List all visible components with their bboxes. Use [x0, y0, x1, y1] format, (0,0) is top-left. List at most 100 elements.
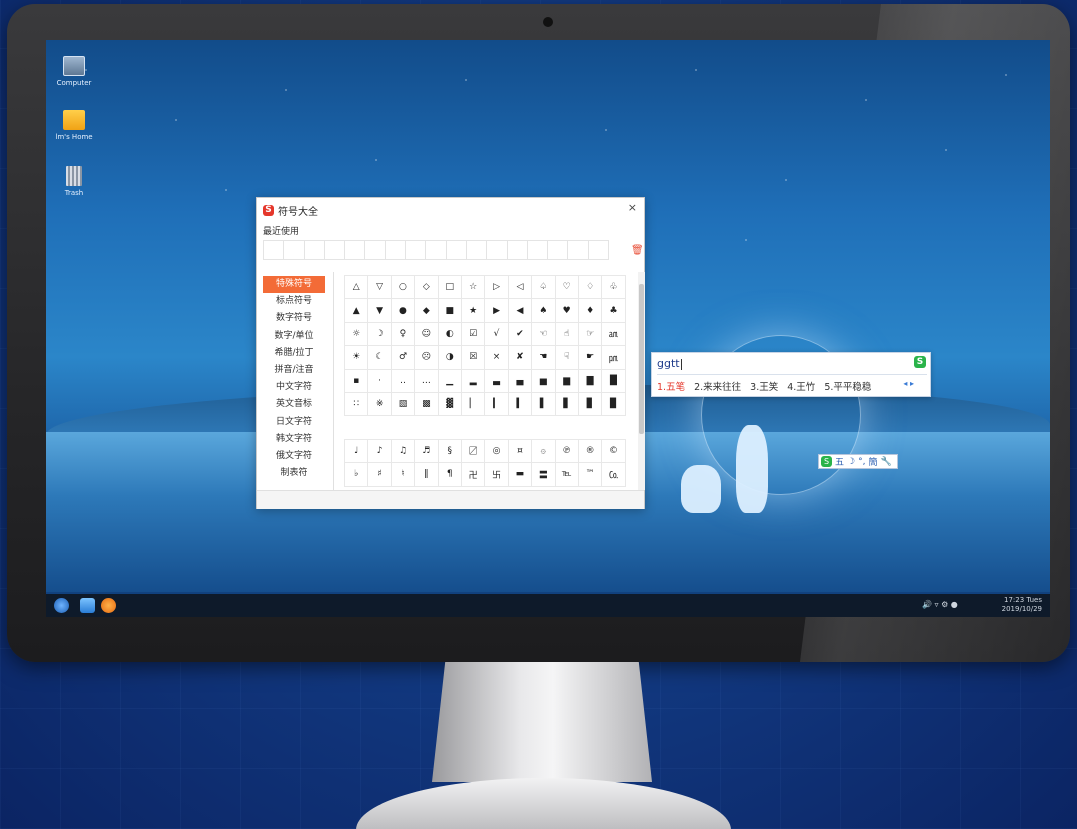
category-tab[interactable]: 数字符号 — [263, 310, 325, 327]
symbol-cell[interactable]: ◎ — [484, 438, 509, 464]
symbol-cell[interactable]: ✔ — [507, 321, 533, 347]
ime-candidate[interactable]: 3.王笑 — [750, 379, 778, 393]
symbol-cell[interactable]: ♦ — [577, 298, 603, 323]
close-button[interactable]: × — [628, 201, 637, 214]
symbol-cell[interactable]: ▩ — [414, 391, 439, 417]
symbol-cell[interactable]: ◇ — [414, 275, 439, 300]
sogou-ime-icon[interactable]: S — [914, 356, 926, 368]
symbol-cell[interactable]: ☒ — [460, 345, 486, 370]
symbol-cell[interactable]: ▄ — [507, 368, 533, 393]
symbol-cell[interactable]: ♩ — [344, 438, 369, 464]
symbol-cell[interactable]: ◐ — [437, 321, 462, 347]
desktop-icon-trash[interactable]: Trash — [48, 166, 100, 197]
ime-candidate[interactable]: 2.来来往往 — [694, 379, 741, 393]
tool-icon[interactable]: 🔧 — [880, 457, 891, 467]
symbol-cell[interactable]: ▏ — [460, 391, 486, 417]
symbol-cell[interactable]: ▃ — [484, 368, 509, 393]
category-tab[interactable]: 日文字符 — [263, 414, 325, 431]
clear-recent-icon[interactable]: 🗑 — [631, 245, 644, 256]
symbol-cell[interactable]: ※ — [367, 391, 392, 417]
scrollbar-thumb[interactable] — [639, 284, 644, 434]
symbol-cell[interactable]: ◆ — [414, 298, 439, 323]
symbol-cell[interactable]: ☟ — [554, 345, 579, 370]
scrollbar[interactable] — [638, 272, 645, 490]
symbol-cell[interactable]: ◀ — [507, 298, 533, 323]
symbol-cell[interactable]: ♯ — [367, 462, 392, 487]
category-tab[interactable]: 英文音标 — [263, 396, 325, 413]
recent-symbol-slot[interactable] — [486, 240, 508, 260]
symbol-cell[interactable]: ☛ — [577, 345, 603, 370]
symbol-cell[interactable]: □ — [437, 275, 462, 300]
ime-status-bar[interactable]: S 五 ☽ °, 簡 🔧 — [818, 454, 898, 469]
symbol-cell[interactable]: ▋ — [554, 391, 579, 417]
symbol-cell[interactable]: ℡ — [554, 462, 579, 487]
moon-icon[interactable]: ☽ — [847, 457, 855, 467]
symbol-cell[interactable]: ☑ — [460, 321, 486, 347]
symbol-cell[interactable]: ♀ — [390, 321, 416, 347]
start-menu-button[interactable] — [54, 598, 69, 613]
recent-symbol-slot[interactable] — [547, 240, 569, 260]
symbol-cell[interactable]: ♥ — [554, 298, 579, 323]
recent-symbol-slot[interactable] — [323, 240, 346, 260]
recent-symbol-slot[interactable] — [405, 240, 427, 260]
symbol-cell[interactable]: ▁ — [437, 368, 462, 393]
category-tab[interactable]: 俄文字符 — [263, 448, 325, 465]
category-tab[interactable]: 中文字符 — [263, 379, 325, 396]
symbol-cell[interactable]: △ — [344, 275, 369, 300]
recent-symbol-slot[interactable] — [263, 240, 285, 260]
symbol-cell[interactable]: ★ — [460, 298, 486, 323]
symbol-cell[interactable]: √ — [484, 321, 509, 347]
symbol-cell[interactable]: ‖ — [414, 462, 439, 487]
symbol-cell[interactable]: 卍 — [460, 462, 486, 487]
symbol-cell[interactable]: ♫ — [390, 438, 416, 464]
symbol-cell[interactable]: ☚ — [531, 345, 556, 370]
symbol-cell[interactable]: ▼ — [367, 298, 392, 323]
category-tab[interactable]: 拼音/注音 — [263, 362, 325, 379]
symbol-cell[interactable]: █ — [601, 368, 626, 393]
category-tab[interactable]: 制表符 — [263, 465, 325, 482]
symbol-cell[interactable]: ∷ — [344, 391, 369, 417]
recent-symbol-slot[interactable] — [425, 240, 447, 260]
file-manager-icon[interactable] — [80, 598, 95, 613]
recent-symbol-slot[interactable] — [526, 240, 549, 260]
recent-symbol-slot[interactable] — [445, 240, 467, 260]
recent-symbol-slot[interactable] — [384, 240, 407, 260]
symbol-cell[interactable]: ▊ — [577, 391, 603, 417]
punctuation-button[interactable]: °, — [858, 457, 865, 467]
symbol-cell[interactable]: ♣ — [601, 298, 626, 323]
desktop-icon-computer[interactable]: Computer — [48, 56, 100, 87]
symbol-cell[interactable]: ◑ — [437, 345, 462, 370]
symbol-cell[interactable]: ㏇ — [601, 462, 626, 487]
symbol-cell[interactable]: ㏘ — [601, 345, 626, 370]
symbol-cell[interactable]: ♮ — [390, 462, 416, 487]
symbol-cell[interactable]: ♠ — [531, 298, 556, 323]
symbol-cell[interactable]: ▪ — [344, 368, 369, 393]
symbol-cell[interactable]: ☾ — [367, 345, 392, 370]
symbol-cell[interactable]: × — [484, 345, 509, 370]
page-arrows-icon[interactable]: ◂ ▸ — [903, 379, 914, 388]
symbol-cell[interactable]: ✘ — [507, 345, 533, 370]
symbol-cell[interactable]: 〓 — [531, 462, 556, 487]
symbol-cell[interactable]: ● — [390, 298, 416, 323]
symbol-cell[interactable]: ▶ — [484, 298, 509, 323]
category-tab[interactable]: 特殊符号 — [263, 276, 325, 294]
symbol-cell[interactable]: ▷ — [484, 275, 509, 300]
ime-candidate[interactable]: 4.王竹 — [787, 379, 815, 393]
symbol-cell[interactable]: ☆ — [460, 275, 486, 300]
script-toggle-button[interactable]: 簡 — [868, 455, 877, 468]
symbol-cell[interactable]: ▆ — [554, 368, 579, 393]
symbol-cell[interactable]: ◁ — [507, 275, 533, 300]
symbol-cell[interactable]: ♧ — [601, 275, 626, 300]
symbol-cell[interactable]: · — [367, 368, 392, 393]
symbol-cell[interactable]: ▬ — [507, 462, 533, 487]
recent-symbol-slot[interactable] — [344, 240, 366, 260]
symbol-cell[interactable]: ▌ — [531, 391, 556, 417]
input-mode-button[interactable]: 五 — [835, 455, 844, 468]
symbol-cell[interactable]: ♢ — [577, 275, 603, 300]
symbol-cell[interactable]: … — [414, 368, 439, 393]
symbol-cell[interactable]: ♤ — [531, 275, 556, 300]
category-tab[interactable]: 希腊/拉丁 — [263, 345, 325, 362]
symbol-cell[interactable]: ☺ — [414, 321, 439, 347]
recent-symbol-slot[interactable] — [506, 240, 528, 260]
recent-symbol-slot[interactable] — [465, 240, 488, 260]
